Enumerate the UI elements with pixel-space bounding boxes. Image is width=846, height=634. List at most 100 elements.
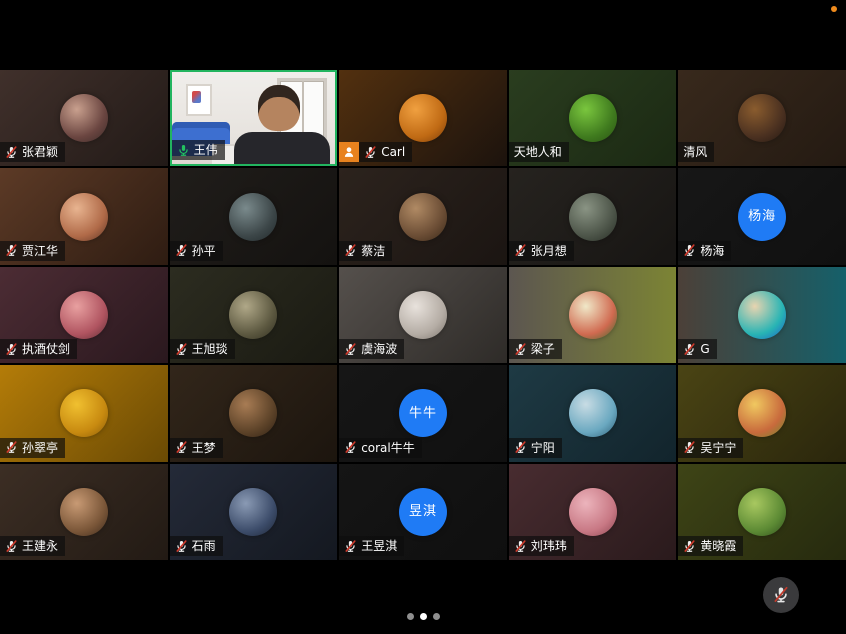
participant-tile[interactable]: 孙平 [170,168,338,264]
mic-muted-icon [514,244,527,257]
participant-name: 石雨 [192,539,216,553]
avatar: 牛牛 [399,389,447,437]
mic-muted-icon [5,343,18,356]
guest-badge-icon [339,142,359,162]
participant-tile[interactable]: 梁子 [509,267,677,363]
avatar [399,94,447,142]
participant-name: 王梦 [192,441,216,455]
participant-tile[interactable]: 宁阳 [509,365,677,461]
mic-muted-icon [344,441,357,454]
avatar [738,488,786,536]
participant-name: 王建永 [22,539,58,553]
mic-muted-icon [5,540,18,553]
participant-tile[interactable]: 清风 [678,70,846,166]
name-label: 王梦 [170,438,223,458]
mic-muted-icon [175,540,188,553]
participant-tile[interactable]: 王伟 [170,70,338,166]
participant-tile[interactable]: 孙翠亭 [0,365,168,461]
notification-dot [831,6,837,12]
mic-muted-icon [683,244,696,257]
participant-name: 黄晓霞 [700,539,736,553]
participant-tile[interactable]: 昱淇 王昱淇 [339,464,507,560]
participant-tile[interactable]: 张君颖 [0,70,168,166]
participant-tile[interactable]: 杨海 杨海 [678,168,846,264]
avatar [229,389,277,437]
avatar [60,94,108,142]
name-label: 天地人和 [509,142,569,162]
name-label: 王伟 [172,140,225,160]
participant-name: 王昱淇 [361,539,397,553]
participant-tile[interactable]: 张月想 [509,168,677,264]
mic-muted-icon [175,343,188,356]
mic-muted-icon [5,146,18,159]
mute-toggle-button[interactable] [763,577,799,613]
participant-name: 王伟 [194,143,218,157]
pagination-dots [0,613,846,620]
participant-tile[interactable]: 虞海波 [339,267,507,363]
participant-name: 吴宁宁 [700,441,736,455]
participant-tile[interactable]: 王旭琰 [170,267,338,363]
avatar [399,193,447,241]
participant-tile[interactable]: 牛牛 coral牛牛 [339,365,507,461]
person-body [234,132,330,166]
name-label: 杨海 [678,241,731,261]
participant-tile[interactable]: 天地人和 [509,70,677,166]
name-label: 虞海波 [339,339,404,359]
name-label: 王建永 [0,536,65,556]
participant-name: 王旭琰 [192,342,228,356]
mic-muted-icon [5,441,18,454]
name-label: 王旭琰 [170,339,235,359]
avatar [399,291,447,339]
mic-live-icon [177,144,190,157]
pagination-dot[interactable] [433,613,440,620]
participant-name: 梁子 [531,342,555,356]
participant-tile[interactable]: Carl [339,70,507,166]
picture-frame [186,84,212,116]
participant-tile[interactable]: 石雨 [170,464,338,560]
avatar [738,291,786,339]
participant-tile[interactable]: 王梦 [170,365,338,461]
mic-muted-icon [514,540,527,553]
mic-muted-icon [514,441,527,454]
pagination-dot[interactable] [407,613,414,620]
pagination-dot[interactable] [420,613,427,620]
participant-name: 蔡洁 [361,244,385,258]
participant-name: Carl [381,145,405,159]
person-head [258,85,300,131]
name-label: 孙翠亭 [0,438,65,458]
top-bar [0,0,846,70]
participant-name: 孙翠亭 [22,441,58,455]
participant-name: 宁阳 [531,441,555,455]
mic-muted-icon [683,540,696,553]
participant-tile[interactable]: 执酒仗剑 [0,267,168,363]
name-label: 梁子 [509,339,562,359]
participant-name: 执酒仗剑 [22,342,70,356]
participant-tile[interactable]: 黄晓霞 [678,464,846,560]
name-label: 宁阳 [509,438,562,458]
participant-name: 张君颖 [22,145,58,159]
name-label: G [678,339,716,359]
avatar: 昱淇 [399,488,447,536]
participant-tile[interactable]: 吴宁宁 [678,365,846,461]
avatar [60,488,108,536]
name-label: 刘玮玮 [509,536,574,556]
participant-name: 贾江华 [22,244,58,258]
name-label: coral牛牛 [339,438,422,458]
participant-name: 杨海 [700,244,724,258]
participant-name: 孙平 [192,244,216,258]
name-label: 蔡洁 [339,241,392,261]
avatar [229,193,277,241]
mic-muted-icon [683,441,696,454]
name-label: Carl [339,142,412,162]
participant-tile[interactable]: G [678,267,846,363]
name-label: 张月想 [509,241,574,261]
mic-muted-icon [772,586,790,604]
mic-muted-icon [344,343,357,356]
avatar [569,389,617,437]
mic-muted-icon [364,146,377,159]
participant-tile[interactable]: 贾江华 [0,168,168,264]
participant-tile[interactable]: 刘玮玮 [509,464,677,560]
participant-tile[interactable]: 王建永 [0,464,168,560]
avatar [569,488,617,536]
participant-tile[interactable]: 蔡洁 [339,168,507,264]
